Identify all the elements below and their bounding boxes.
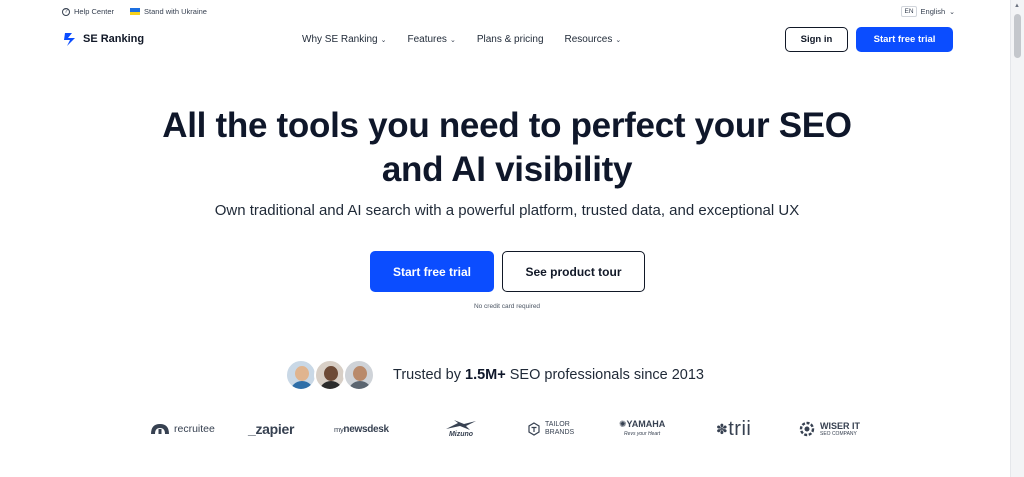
nav-features-label: Features — [407, 34, 447, 45]
yamaha-logo-text: ✺YAMAHA — [619, 419, 665, 429]
tailor-brands-text: TAILOR BRANDS — [545, 421, 574, 437]
trusted-by-text: Trusted by 1.5M+ SEO professionals since… — [393, 367, 704, 383]
avatar — [314, 359, 346, 391]
hero-start-trial-button[interactable]: Start free trial — [370, 251, 494, 292]
mynewsdesk-prefix: my — [334, 424, 344, 434]
yamaha-name: YAMAHA — [626, 419, 666, 429]
chevron-down-icon: ⌄ — [380, 36, 387, 44]
scroll-up-arrow-icon[interactable]: ▲ — [1014, 3, 1020, 9]
chevron-down-icon: ⌄ — [949, 8, 955, 16]
wiser-it-logo: WISER IT SEO COMPANY — [798, 414, 860, 444]
trusted-suffix: SEO professionals since 2013 — [505, 367, 704, 383]
nav-why-se-ranking-label: Why SE Ranking — [302, 34, 378, 45]
wiser-it-gear-icon — [799, 421, 815, 437]
tailor-brands-logo: TAILOR BRANDS — [527, 414, 574, 444]
chevron-down-icon: ⌄ — [449, 36, 456, 44]
help-center-link[interactable]: ? Help Center — [62, 7, 114, 16]
avatar — [343, 359, 375, 391]
wiser-line-1: WISER IT — [820, 420, 860, 431]
stand-with-ukraine-link[interactable]: Stand with Ukraine — [130, 7, 207, 16]
brand-name: SE Ranking — [83, 33, 145, 45]
page-scrollbar[interactable]: ▲ — [1010, 0, 1024, 477]
tailor-line-1: TAILOR — [545, 421, 570, 428]
nav-why-se-ranking[interactable]: Why SE Ranking ⌄ — [302, 34, 386, 45]
utility-links: ? Help Center Stand with Ukraine — [62, 7, 207, 16]
wiser-line-2: SEO COMPANY — [820, 430, 857, 437]
nav-features[interactable]: Features ⌄ — [407, 34, 455, 45]
trii-tree-icon: ✽ — [716, 420, 729, 437]
see-product-tour-button[interactable]: See product tour — [502, 251, 645, 292]
header-start-trial-button[interactable]: Start free trial — [856, 27, 953, 52]
zapier-logo-text: _zapier — [248, 421, 295, 437]
user-avatars — [285, 359, 375, 391]
trii-logo-text: trii — [728, 417, 752, 440]
language-code: EN — [901, 6, 917, 17]
hero-title-line-1: All the tools you need to perfect your S… — [162, 106, 852, 145]
nav-plans-pricing[interactable]: Plans & pricing — [477, 34, 544, 45]
tailor-brands-icon — [528, 422, 540, 436]
language-label: English — [920, 7, 946, 16]
wiser-it-text: WISER IT SEO COMPANY — [820, 421, 860, 438]
help-center-label: Help Center — [74, 7, 115, 16]
trusted-prefix: Trusted by — [393, 367, 465, 383]
chevron-down-icon: ⌄ — [615, 36, 622, 44]
hero-subtitle: Own traditional and AI search with a pow… — [214, 202, 800, 219]
help-icon: ? — [62, 7, 70, 16]
recruitee-logo-text: recruitee — [174, 423, 215, 435]
nav-plans-pricing-label: Plans & pricing — [476, 34, 544, 45]
language-selector[interactable]: EN English ⌄ — [901, 6, 955, 17]
recruitee-logo-icon — [151, 424, 169, 434]
hero-title-line-2: and AI visibility — [381, 150, 633, 189]
scrollbar-thumb[interactable] — [1014, 14, 1021, 58]
main-nav: Why SE Ranking ⌄ Features ⌄ Plans & pric… — [302, 34, 621, 45]
stand-with-ukraine-label: Stand with Ukraine — [144, 7, 207, 16]
main-header: SE Ranking Why SE Ranking ⌄ Features ⌄ P… — [0, 24, 1010, 56]
utility-bar: ? Help Center Stand with Ukraine EN Engl… — [0, 0, 1010, 24]
avatar — [285, 359, 317, 391]
mizuno-runbird-icon — [446, 420, 476, 430]
no-credit-card-note: No credit card required — [473, 303, 541, 310]
sign-in-button[interactable]: Sign in — [785, 27, 848, 52]
nav-resources[interactable]: Resources ⌄ — [565, 34, 622, 45]
yamaha-tagline: Revs your Heart — [624, 431, 661, 437]
customer-logos: recruitee _zapier my newsdesk Mizuno TAIL… — [150, 414, 870, 444]
mizuno-logo-text: Mizuno — [448, 431, 474, 438]
zapier-logo: _zapier — [248, 414, 294, 444]
ukraine-flag-icon — [130, 8, 141, 15]
nav-resources-label: Resources — [564, 34, 613, 45]
trii-logo: ✽ trii — [716, 414, 751, 444]
yamaha-emblem-icon: ✺ — [619, 419, 627, 429]
se-ranking-logo-icon — [64, 33, 75, 46]
mizuno-logo: Mizuno — [444, 414, 478, 444]
recruitee-logo: recruitee — [150, 414, 215, 444]
mynewsdesk-logo: my newsdesk — [334, 414, 389, 444]
tailor-line-2: BRANDS — [545, 429, 575, 436]
mynewsdesk-logo-text: newsdesk — [343, 423, 389, 435]
trusted-count: 1.5M+ — [465, 367, 506, 383]
hero-title: All the tools you need to perfect your S… — [0, 104, 1014, 192]
brand-logo[interactable]: SE Ranking — [62, 31, 144, 47]
yamaha-logo: ✺YAMAHA Revs your Heart — [619, 414, 665, 444]
